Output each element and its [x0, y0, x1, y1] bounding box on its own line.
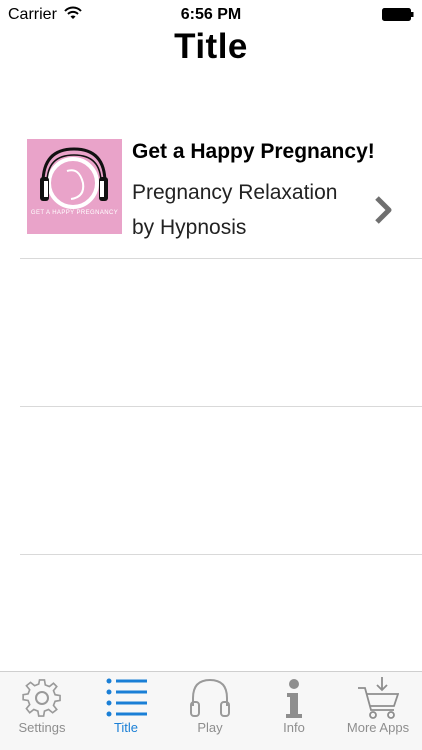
tab-settings[interactable]: Settings — [0, 672, 84, 750]
gear-icon — [22, 679, 61, 717]
status-time: 6:56 PM — [180, 6, 242, 23]
cover-caption: GET A HAPPY PREGNANCY — [30, 210, 119, 216]
battery-icon — [382, 8, 414, 21]
tab-label: More Apps — [346, 720, 410, 735]
page-title: Title — [174, 27, 248, 66]
tab-label: Settings — [18, 720, 66, 735]
tab-label: Info — [283, 720, 305, 735]
item-subtitle: Pregnancy Relaxation by Hypnosis — [132, 175, 372, 245]
tab-play[interactable]: Play — [168, 672, 252, 750]
headphones-icon — [190, 678, 230, 717]
chevron-right-icon — [375, 196, 392, 224]
empty-row — [20, 407, 422, 555]
list-icon — [106, 678, 147, 717]
cart-icon — [358, 677, 399, 719]
list-item[interactable]: GET A HAPPY PREGNANCY Get a Happy Pregna… — [20, 112, 422, 259]
empty-row — [20, 259, 422, 407]
tab-bar: Settings Title Play Info More Apps — [0, 671, 422, 750]
info-icon — [286, 679, 302, 718]
tab-more-apps[interactable]: More Apps — [336, 672, 420, 750]
item-title: Get a Happy Pregnancy! — [132, 140, 375, 163]
status-bar: Carrier 6:56 PM — [0, 0, 422, 30]
item-subtitle-line-2: by Hypnosis — [132, 216, 247, 239]
tab-info[interactable]: Info — [252, 672, 336, 750]
tab-label: Play — [197, 720, 223, 735]
tab-title[interactable]: Title — [84, 672, 168, 750]
album-cover: GET A HAPPY PREGNANCY — [27, 139, 122, 234]
tab-label: Title — [113, 720, 139, 735]
headphones-artwork-icon — [40, 147, 108, 209]
item-subtitle-line-1: Pregnancy Relaxation — [132, 181, 338, 204]
title-list: GET A HAPPY PREGNANCY Get a Happy Pregna… — [0, 112, 422, 555]
